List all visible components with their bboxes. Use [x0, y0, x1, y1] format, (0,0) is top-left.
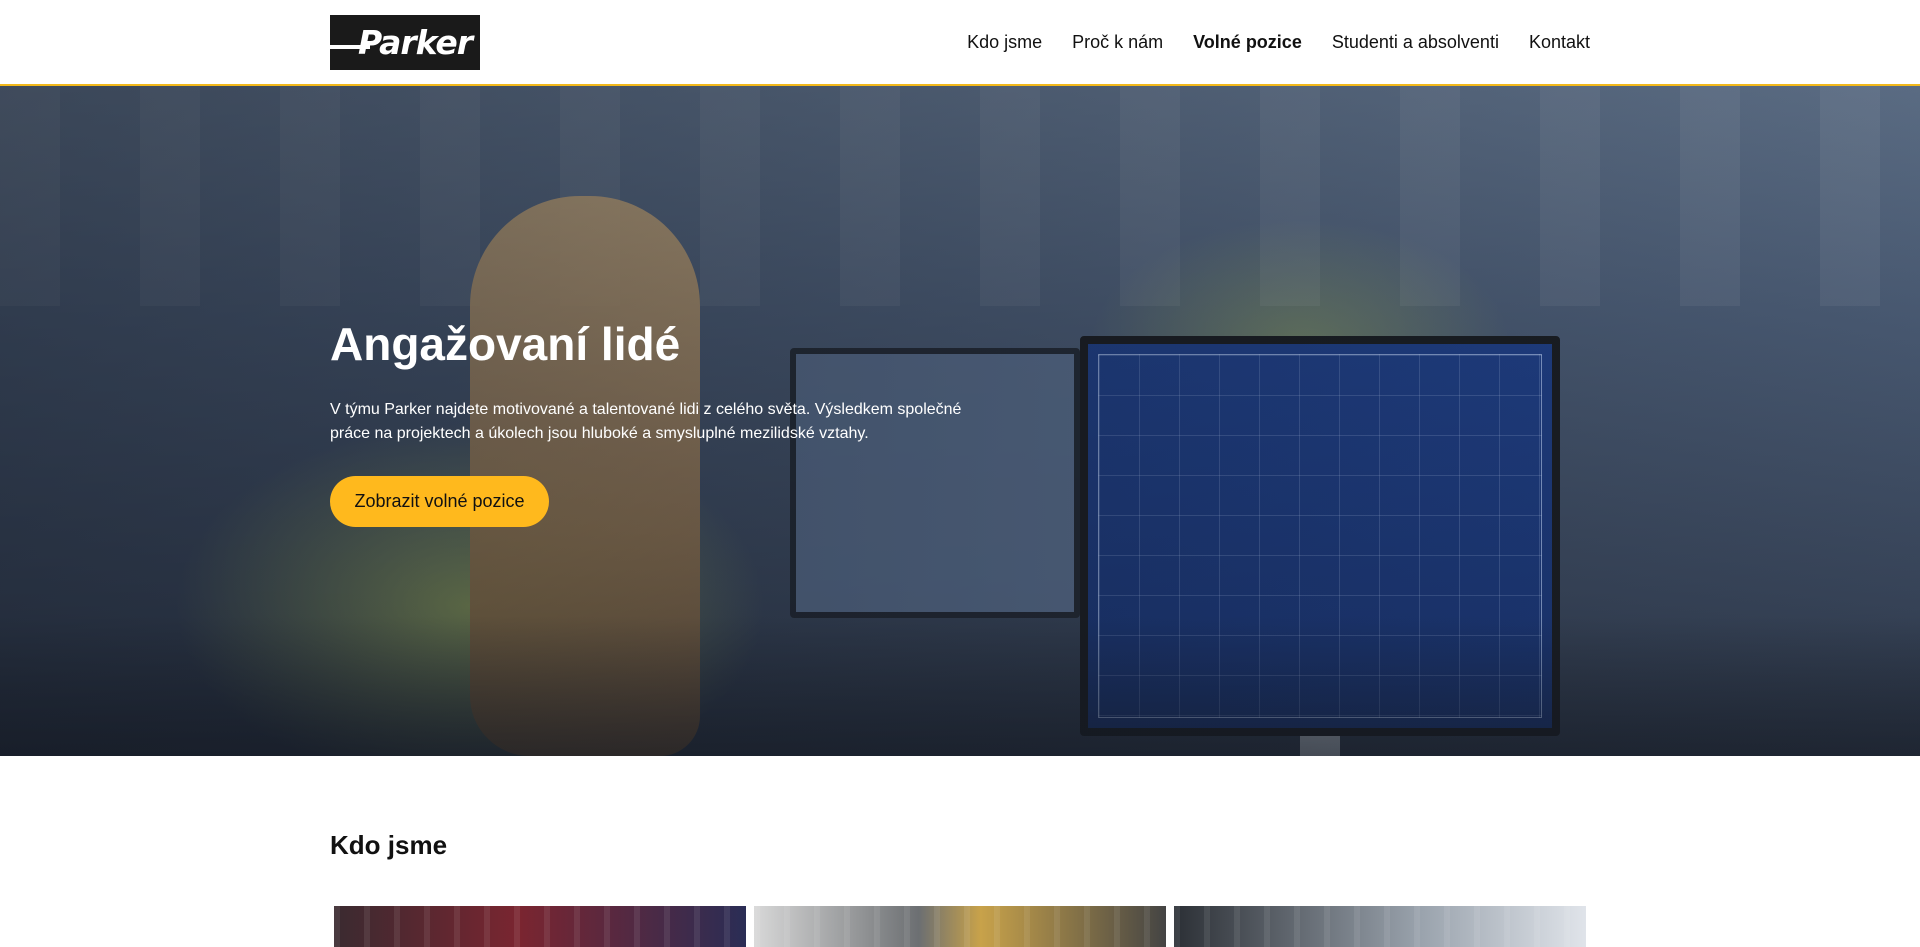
- main-nav: Kdo jsme Proč k nám Volné pozice Student…: [937, 30, 1590, 54]
- site-header: Parker Kdo jsme Proč k nám Volné pozice …: [0, 0, 1920, 86]
- card-image-3[interactable]: [1174, 906, 1586, 947]
- card-image-2[interactable]: [754, 906, 1166, 947]
- parker-logo[interactable]: Parker: [330, 15, 480, 70]
- card-row: [334, 906, 1586, 947]
- view-open-positions-button[interactable]: Zobrazit volné pozice: [330, 476, 549, 527]
- card-image-3-detail: [1174, 906, 1586, 947]
- card-image-1[interactable]: [334, 906, 746, 947]
- nav-item-volne-pozice[interactable]: Volné pozice: [1193, 30, 1302, 54]
- nav-item-studenti-a-absolventi[interactable]: Studenti a absolventi: [1332, 30, 1499, 54]
- section-title-kdo-jsme: Kdo jsme: [330, 830, 448, 860]
- hero-banner: Angažovaní lidé V týmu Parker najdete mo…: [0, 86, 1920, 756]
- nav-item-proc-k-nam[interactable]: Proč k nám: [1072, 30, 1163, 54]
- nav-item-kdo-jsme[interactable]: Kdo jsme: [967, 30, 1042, 54]
- nav-item-kontakt[interactable]: Kontakt: [1529, 30, 1590, 54]
- card-image-1-detail: [334, 906, 746, 947]
- hero-title: Angažovaní lidé: [330, 318, 681, 370]
- card-image-2-detail: [754, 906, 1166, 947]
- logo-wordmark: Parker: [358, 23, 473, 62]
- hero-description: V týmu Parker najdete motivované a talen…: [330, 401, 962, 442]
